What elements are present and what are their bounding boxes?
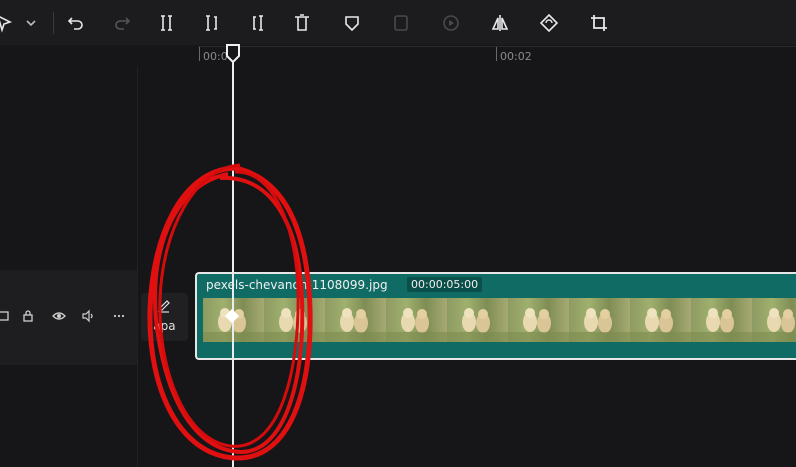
filmstrip-frame bbox=[325, 298, 386, 342]
mirror-icon[interactable] bbox=[489, 12, 511, 34]
more-options-icon[interactable] bbox=[111, 308, 127, 324]
undo-icon[interactable] bbox=[65, 12, 87, 34]
toolbar-divider bbox=[53, 12, 54, 34]
filmstrip-frame bbox=[569, 298, 630, 342]
filmstrip-frame bbox=[691, 298, 752, 342]
split-left-icon[interactable] bbox=[201, 12, 223, 34]
ruler-tick bbox=[496, 47, 497, 61]
freeze-frame-icon[interactable] bbox=[390, 12, 412, 34]
red-circle-annotation bbox=[147, 163, 313, 461]
audio-icon[interactable] bbox=[80, 308, 96, 324]
filmstrip-frame bbox=[630, 298, 691, 342]
split-icon[interactable] bbox=[156, 12, 178, 34]
track-headers-panel bbox=[0, 67, 138, 467]
dropdown-chevron-icon[interactable] bbox=[20, 12, 42, 34]
time-ruler[interactable]: 00:0 00:02 bbox=[0, 45, 796, 67]
timeline-toolbar bbox=[0, 0, 796, 45]
redo-icon[interactable] bbox=[111, 12, 133, 34]
filmstrip-frame bbox=[447, 298, 508, 342]
select-cursor-icon[interactable] bbox=[0, 12, 16, 34]
track-square-icon[interactable] bbox=[0, 308, 12, 324]
clip-duration: 00:00:05:00 bbox=[407, 277, 483, 292]
rotate-icon[interactable] bbox=[538, 12, 560, 34]
delete-icon[interactable] bbox=[291, 12, 313, 34]
crop-icon[interactable] bbox=[588, 12, 610, 34]
filmstrip-frame bbox=[508, 298, 569, 342]
eye-icon[interactable] bbox=[51, 308, 67, 324]
ruler-time-label: 00:02 bbox=[500, 50, 532, 63]
ruler-baseline bbox=[198, 46, 796, 47]
lock-icon[interactable] bbox=[20, 308, 36, 324]
ruler-time-label: 00:0 bbox=[203, 50, 228, 63]
playhead-handle[interactable] bbox=[225, 44, 241, 64]
split-right-icon[interactable] bbox=[247, 12, 269, 34]
reverse-icon[interactable] bbox=[440, 12, 462, 34]
filmstrip-frame bbox=[386, 298, 447, 342]
filmstrip-frame bbox=[752, 298, 796, 342]
mark-icon[interactable] bbox=[341, 12, 363, 34]
ruler-tick bbox=[199, 47, 200, 61]
